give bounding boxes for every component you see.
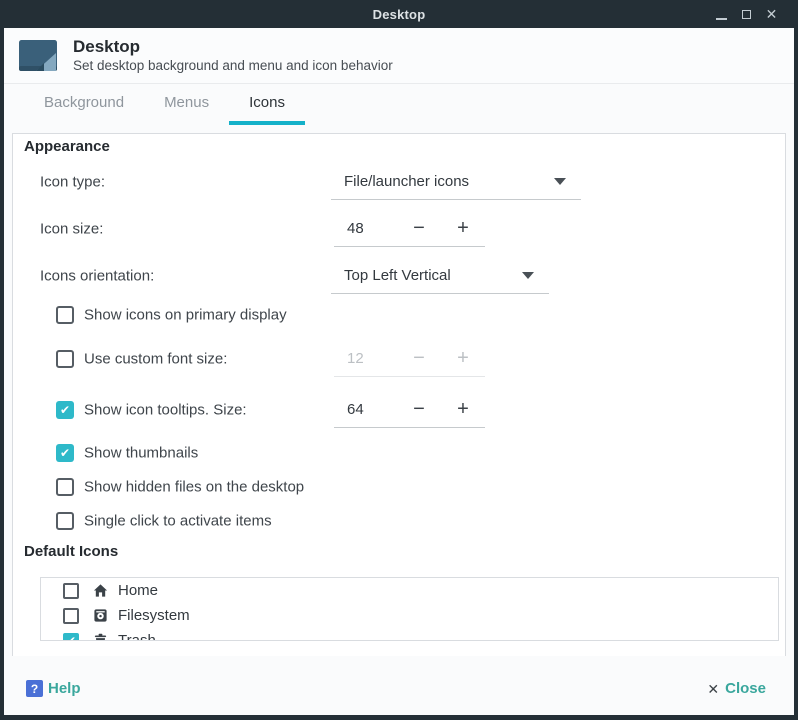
single-click-checkbox[interactable]: ✔ — [56, 512, 74, 530]
help-button-label: Help — [48, 680, 81, 697]
check-icon: ✔ — [60, 404, 70, 416]
show-icons-primary-label: Show icons on primary display — [84, 306, 287, 323]
home-checkbox[interactable]: ✔ — [63, 583, 79, 599]
desktop-settings-window: Desktop ✕ Des — [0, 0, 798, 720]
maximize-icon — [742, 10, 751, 19]
icon-tooltips-row: ✔ Show icon tooltips. Size: 64 − + — [13, 391, 785, 428]
icon-type-dropdown[interactable]: File/launcher icons — [331, 163, 581, 200]
custom-font-size-spinner: 12 − + — [334, 340, 485, 377]
icon-size-input[interactable]: 48 — [334, 220, 397, 237]
titlebar: Desktop ✕ — [4, 0, 794, 28]
tab-menus[interactable]: Menus — [144, 84, 229, 125]
icon-type-label: Icon type: — [40, 173, 105, 190]
custom-font-size-increment-button: + — [441, 348, 485, 368]
icons-orientation-row: Icons orientation: Top Left Vertical — [13, 257, 785, 294]
icon-tooltips-label: Show icon tooltips. Size: — [84, 401, 247, 418]
tooltip-size-increment-button[interactable]: + — [441, 399, 485, 419]
single-click-label: Single click to activate items — [84, 512, 272, 529]
home-label: Home — [118, 582, 158, 599]
help-icon: ? — [26, 680, 43, 697]
custom-font-size-input: 12 — [334, 350, 397, 367]
icons-orientation-label: Icons orientation: — [40, 267, 154, 284]
custom-font-size-checkbox[interactable]: ✔ — [56, 350, 74, 368]
desktop-app-icon — [18, 39, 58, 73]
show-icons-primary-row: ✔ Show icons on primary display — [13, 305, 785, 324]
trash-icon — [92, 633, 108, 642]
window-title: Desktop — [373, 7, 426, 22]
close-x-icon: ✕ — [707, 682, 719, 696]
dialog-header: Desktop Set desktop background and menu … — [4, 28, 794, 84]
icon-type-row: Icon type: File/launcher icons — [13, 163, 785, 200]
list-item-home[interactable]: ✔ Home — [41, 578, 778, 603]
default-icons-heading: Default Icons — [24, 543, 118, 560]
page-title: Desktop — [73, 36, 393, 57]
appearance-heading: Appearance — [24, 138, 110, 155]
tab-icons[interactable]: Icons — [229, 84, 305, 125]
dialog-footer: ? Help ✕ Close — [4, 656, 794, 715]
close-dialog-button[interactable]: ✕ Close — [707, 680, 766, 697]
filesystem-icon — [92, 608, 108, 624]
minimize-icon — [716, 18, 727, 20]
icon-tooltips-checkbox[interactable]: ✔ — [56, 401, 74, 419]
window-close-button[interactable]: ✕ — [759, 2, 784, 26]
tab-bar: Background Menus Icons — [4, 84, 794, 125]
icon-size-label: Icon size: — [40, 220, 103, 237]
tab-background-label: Background — [44, 94, 124, 111]
show-thumbnails-row: ✔ Show thumbnails — [13, 443, 785, 462]
show-hidden-files-row: ✔ Show hidden files on the desktop — [13, 477, 785, 496]
tab-background[interactable]: Background — [24, 84, 144, 125]
icons-orientation-dropdown[interactable]: Top Left Vertical — [331, 257, 549, 294]
custom-font-size-row: ✔ Use custom font size: 12 − + — [13, 340, 785, 377]
icon-size-decrement-button[interactable]: − — [397, 218, 441, 238]
window-controls: ✕ — [709, 0, 784, 28]
home-icon — [92, 583, 108, 599]
minimize-button[interactable] — [709, 2, 734, 26]
tooltip-size-decrement-button[interactable]: − — [397, 399, 441, 419]
tab-content-frame: Appearance Icon type: File/launcher icon… — [12, 133, 786, 658]
close-icon: ✕ — [766, 7, 778, 21]
page-subtitle: Set desktop background and menu and icon… — [73, 57, 393, 75]
check-icon: ✔ — [60, 447, 70, 459]
tab-menus-label: Menus — [164, 94, 209, 111]
show-thumbnails-checkbox[interactable]: ✔ — [56, 444, 74, 462]
tooltip-size-spinner: 64 − + — [334, 391, 485, 428]
icon-size-spinner: 48 − + — [334, 210, 485, 247]
default-icons-list: ✔ Home ✔ — [40, 577, 779, 641]
help-button[interactable]: ? Help — [26, 680, 81, 697]
show-hidden-files-checkbox[interactable]: ✔ — [56, 478, 74, 496]
custom-font-size-label: Use custom font size: — [84, 350, 227, 367]
dialog-body: Desktop Set desktop background and menu … — [4, 28, 794, 715]
icon-type-value: File/launcher icons — [344, 173, 469, 190]
show-hidden-files-label: Show hidden files on the desktop — [84, 478, 304, 495]
list-item-filesystem[interactable]: ✔ Filesystem — [41, 603, 778, 628]
header-texts: Desktop Set desktop background and menu … — [73, 36, 393, 75]
icon-size-increment-button[interactable]: + — [441, 218, 485, 238]
filesystem-label: Filesystem — [118, 607, 190, 624]
chevron-down-icon — [522, 272, 534, 279]
icon-size-row: Icon size: 48 − + — [13, 210, 785, 247]
close-button-label: Close — [725, 680, 766, 697]
show-icons-primary-checkbox[interactable]: ✔ — [56, 306, 74, 324]
filesystem-checkbox[interactable]: ✔ — [63, 608, 79, 624]
tooltip-size-input[interactable]: 64 — [334, 401, 397, 418]
trash-label: Trash — [118, 632, 156, 641]
icons-orientation-value: Top Left Vertical — [344, 267, 451, 284]
custom-font-size-decrement-button: − — [397, 348, 441, 368]
check-icon: ✔ — [66, 635, 76, 642]
maximize-button[interactable] — [734, 2, 759, 26]
trash-checkbox[interactable]: ✔ — [63, 633, 79, 642]
tab-icons-label: Icons — [249, 94, 285, 111]
single-click-row: ✔ Single click to activate items — [13, 511, 785, 530]
chevron-down-icon — [554, 178, 566, 185]
list-item-trash[interactable]: ✔ Trash — [41, 628, 778, 641]
show-thumbnails-label: Show thumbnails — [84, 444, 198, 461]
